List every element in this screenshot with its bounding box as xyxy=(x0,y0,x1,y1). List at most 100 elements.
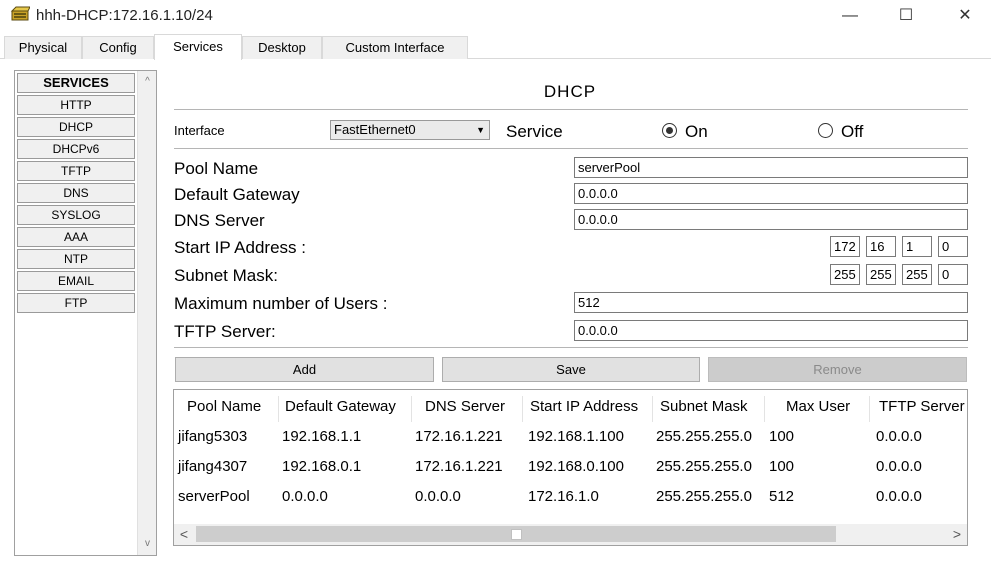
tab-desktop[interactable]: Desktop xyxy=(242,36,322,59)
column-header[interactable]: Default Gateway xyxy=(281,396,411,422)
tab-physical[interactable]: Physical xyxy=(4,36,82,59)
column-separator xyxy=(764,396,765,422)
sidebar-item-dhcp[interactable]: DHCP xyxy=(17,117,135,137)
scroll-up-icon[interactable]: ^ xyxy=(138,73,157,91)
table-cell: 0.0.0.0 xyxy=(876,488,922,505)
subnet-mask-label: Subnet Mask: xyxy=(174,266,278,285)
column-separator xyxy=(411,396,412,422)
server-app-icon xyxy=(10,6,30,21)
tab-config[interactable]: Config xyxy=(82,36,154,59)
table-cell: 0.0.0.0 xyxy=(415,488,461,505)
column-separator xyxy=(278,396,279,422)
table-cell: 172.16.1.221 xyxy=(415,428,503,445)
sidebar-item-dhcpv6[interactable]: DHCPv6 xyxy=(17,139,135,159)
sidebar-header: SERVICES xyxy=(17,73,135,93)
sidebar-item-ntp[interactable]: NTP xyxy=(17,249,135,269)
dropdown-arrow-icon: ▼ xyxy=(476,125,485,135)
table-cell: jifang5303 xyxy=(178,428,248,445)
service-on-radio[interactable] xyxy=(662,123,677,138)
tab-services[interactable]: Services xyxy=(154,34,242,60)
column-header[interactable]: Pool Name xyxy=(183,396,281,422)
column-separator xyxy=(652,396,653,422)
sidebar-item-email[interactable]: EMAIL xyxy=(17,271,135,291)
start-ip-octet-2[interactable]: 16 xyxy=(866,236,896,257)
tab-custom-interface[interactable]: Custom Interface xyxy=(322,36,468,59)
divider xyxy=(174,347,968,348)
interface-value: FastEthernet0 xyxy=(334,122,416,137)
table-cell: 192.168.1.1 xyxy=(282,428,362,445)
table-cell: 100 xyxy=(769,428,795,445)
column-header[interactable]: Max User xyxy=(782,396,868,422)
service-label: Service xyxy=(506,122,563,141)
subnet-mask-octet-3[interactable]: 255 xyxy=(902,264,932,285)
table-cell: 192.168.0.1 xyxy=(282,458,362,475)
dns-server-input[interactable]: 0.0.0.0 xyxy=(574,209,968,230)
sidebar-item-aaa[interactable]: AAA xyxy=(17,227,135,247)
window-title: hhh-DHCP:172.16.1.10/24 xyxy=(36,7,213,24)
start-ip-octet-1[interactable]: 172 xyxy=(830,236,860,257)
table-cell: 100 xyxy=(769,458,795,475)
tab-bar: Physical Config Services Desktop Custom … xyxy=(0,34,991,60)
table-cell: 192.168.1.100 xyxy=(528,428,624,445)
table-cell: 192.168.0.100 xyxy=(528,458,624,475)
services-sidebar: SERVICES HTTP DHCP DHCPv6 TFTP DNS SYSLO… xyxy=(14,70,157,556)
divider xyxy=(174,109,968,110)
add-button[interactable]: Add xyxy=(175,357,434,382)
table-cell: 255.255.255.0 xyxy=(656,428,752,445)
column-separator xyxy=(869,396,870,422)
scroll-right-icon[interactable]: > xyxy=(947,524,967,545)
title-bar: hhh-DHCP:172.16.1.10/24 — ☐ ✕ xyxy=(0,0,991,32)
sidebar-item-tftp[interactable]: TFTP xyxy=(17,161,135,181)
default-gateway-input[interactable]: 0.0.0.0 xyxy=(574,183,968,204)
start-ip-octet-3[interactable]: 1 xyxy=(902,236,932,257)
table-cell: 0.0.0.0 xyxy=(282,488,328,505)
sidebar-scrollbar[interactable]: ^ v xyxy=(137,71,156,555)
table-cell: jifang4307 xyxy=(178,458,248,475)
column-header[interactable]: TFTP Server xyxy=(875,396,967,422)
pool-name-label: Pool Name xyxy=(174,159,259,178)
start-ip-octet-4[interactable]: 0 xyxy=(938,236,968,257)
sidebar-item-http[interactable]: HTTP xyxy=(17,95,135,115)
column-header[interactable]: Subnet Mask xyxy=(656,396,766,422)
table-cell: 0.0.0.0 xyxy=(876,428,922,445)
close-button[interactable]: ✕ xyxy=(945,4,985,28)
pool-name-input[interactable]: serverPool xyxy=(574,157,968,178)
minimize-button[interactable]: — xyxy=(830,4,870,28)
table-cell: 172.16.1.0 xyxy=(528,488,599,505)
subnet-mask-octet-1[interactable]: 255 xyxy=(830,264,860,285)
tftp-server-label: TFTP Server: xyxy=(174,322,276,341)
max-users-input[interactable]: 512 xyxy=(574,292,968,313)
column-header[interactable]: Start IP Address xyxy=(526,396,654,422)
scroll-left-icon[interactable]: < xyxy=(174,524,194,545)
start-ip-label: Start IP Address : xyxy=(174,238,306,257)
divider xyxy=(174,148,968,149)
scrollbar-grip xyxy=(511,529,522,540)
dns-server-label: DNS Server xyxy=(174,211,265,230)
sidebar-item-dns[interactable]: DNS xyxy=(17,183,135,203)
remove-button[interactable]: Remove xyxy=(708,357,967,382)
interface-select[interactable]: FastEthernet0 ▼ xyxy=(330,120,490,140)
page-title: DHCP xyxy=(543,82,597,101)
service-off-radio[interactable] xyxy=(818,123,833,138)
tftp-server-input[interactable]: 0.0.0.0 xyxy=(574,320,968,341)
sidebar-item-ftp[interactable]: FTP xyxy=(17,293,135,313)
pools-table: Pool Name Default Gateway DNS Server Sta… xyxy=(173,389,968,546)
table-cell: 172.16.1.221 xyxy=(415,458,503,475)
default-gateway-label: Default Gateway xyxy=(174,185,300,204)
column-header[interactable]: DNS Server xyxy=(421,396,521,422)
table-horizontal-scrollbar[interactable]: < > xyxy=(174,524,967,545)
table-cell: serverPool xyxy=(178,488,250,505)
interface-label: Interface xyxy=(174,123,225,138)
max-users-label: Maximum number of Users : xyxy=(174,294,388,313)
table-cell: 255.255.255.0 xyxy=(656,458,752,475)
table-cell: 0.0.0.0 xyxy=(876,458,922,475)
subnet-mask-octet-2[interactable]: 255 xyxy=(866,264,896,285)
scroll-down-icon[interactable]: v xyxy=(138,535,157,553)
table-cell: 512 xyxy=(769,488,795,505)
service-on-label: On xyxy=(685,122,708,141)
maximize-button[interactable]: ☐ xyxy=(886,4,926,28)
table-cell: 255.255.255.0 xyxy=(656,488,752,505)
subnet-mask-octet-4[interactable]: 0 xyxy=(938,264,968,285)
save-button[interactable]: Save xyxy=(442,357,700,382)
sidebar-item-syslog[interactable]: SYSLOG xyxy=(17,205,135,225)
